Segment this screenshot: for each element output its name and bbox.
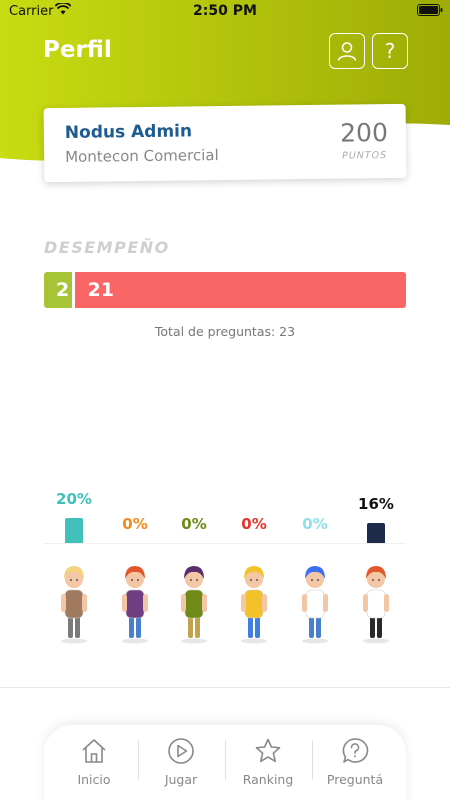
user-icon: [337, 42, 357, 61]
home-icon: [82, 739, 106, 763]
profile-card: Nodus Admin Montecon Comercial 200 PUNTO…: [43, 103, 407, 183]
category-bar: [65, 518, 83, 543]
tab-ranking[interactable]: Ranking: [223, 725, 313, 800]
tab-jugar[interactable]: Jugar: [136, 725, 226, 800]
tab-inicio[interactable]: Inicio: [49, 725, 139, 800]
tab-pregunta-label: Preguntá: [326, 772, 384, 787]
wrong-answers-segment: 21: [75, 272, 406, 308]
performance-title: DESEMPEÑO: [44, 238, 170, 257]
divider: [0, 687, 450, 688]
category-percent: 20%: [56, 490, 92, 508]
category-percent: 16%: [358, 495, 394, 513]
performance-bar: 2 21: [44, 272, 406, 308]
clock: 2:50 PM: [193, 3, 257, 19]
category-bar: [367, 523, 385, 543]
category-percent: 0%: [181, 515, 207, 533]
question-bubble-icon: [342, 738, 369, 763]
status-bar: Carrier 2:50 PM: [0, 0, 450, 24]
category-percent: 0%: [122, 515, 148, 533]
points-label: PUNTOS: [341, 150, 388, 162]
redhead-woman-icon: [122, 566, 148, 644]
businessman-icon: [363, 566, 389, 644]
blonde-man-icon: [61, 566, 87, 644]
chart-baseline: [44, 543, 406, 544]
correct-answers-segment: 2: [44, 272, 76, 308]
help-button[interactable]: ?: [372, 33, 408, 69]
profile-button[interactable]: [329, 33, 365, 69]
construction-worker-icon: [241, 566, 267, 644]
battery-icon: [417, 4, 443, 20]
total-questions: Total de preguntas: 23: [154, 324, 296, 339]
bottom-tab-bar: Inicio Jugar Ranking Preguntá: [44, 725, 406, 800]
blue-hair-woman-icon: [302, 566, 328, 644]
tab-pregunta[interactable]: Preguntá: [310, 725, 400, 800]
user-name: Nodus Admin: [64, 121, 193, 143]
play-icon: [168, 738, 194, 764]
star-icon: [255, 738, 281, 763]
tab-jugar-label: Jugar: [164, 772, 198, 787]
purple-hair-woman-icon: [181, 566, 207, 644]
category-percent: 0%: [241, 515, 267, 533]
category-percent: 0%: [302, 515, 328, 533]
help-icon: ?: [384, 39, 396, 63]
company-name: Montecon Comercial: [65, 146, 219, 166]
points-value: 200: [339, 118, 389, 148]
tab-ranking-label: Ranking: [242, 772, 294, 787]
tab-inicio-label: Inicio: [77, 772, 111, 787]
page-title: Perfil: [43, 37, 112, 63]
